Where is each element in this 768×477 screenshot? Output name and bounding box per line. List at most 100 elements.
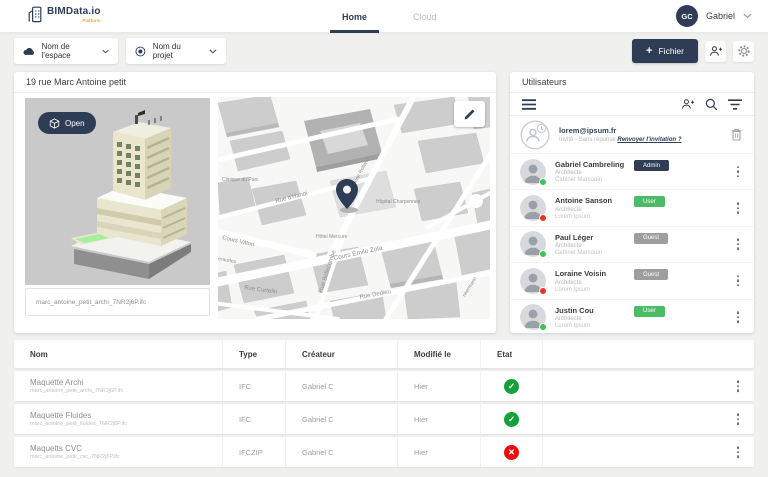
file-row[interactable]: Maquette Fluides marc_antoine_petit_flui…	[14, 404, 754, 434]
file-filename: marc_antoine_petit_cvc_7NR2j6P.ifc	[30, 454, 120, 461]
file-name: Maquette Fluides	[30, 410, 92, 420]
account-menu[interactable]: GC Gabriel	[675, 5, 752, 27]
building-logo-icon	[28, 6, 42, 23]
user-actions-menu[interactable]	[734, 236, 743, 254]
user-row[interactable]: Justin Cou Architecte Lorem Ipsum User	[510, 300, 754, 333]
file-state-icon	[504, 378, 519, 394]
edit-location-button[interactable]	[454, 101, 485, 127]
file-type: IFC	[222, 404, 285, 434]
user-role-badge: Guest	[634, 269, 669, 281]
project-selector-label: Nom du projet	[152, 42, 181, 60]
user-row[interactable]: Gabriel Cambreling Architecte Cabinet Ma…	[510, 154, 754, 191]
filter-actions: + Fichier	[632, 39, 754, 63]
user-name: Loraine Voisin	[555, 269, 607, 279]
user-avatar	[520, 231, 547, 259]
map-canvas: Clinique du Parc Cours Vitton Rue d'Hano…	[218, 97, 490, 319]
filter-users-button[interactable]	[728, 98, 742, 110]
user-role-badge: Admin	[634, 160, 670, 171]
column-header-createur: Créateur	[285, 340, 397, 368]
trash-icon	[731, 128, 742, 141]
files-table-header: Nom Type Créateur Modifié le Etat	[14, 340, 754, 368]
plus-icon: +	[646, 44, 653, 57]
brand-logo[interactable]: BIMData.io Platform	[28, 6, 101, 23]
space-selector[interactable]: Nom de l'espace	[14, 38, 118, 64]
users-card: Utilisateurs lorem@ipsum.fr Invité - San…	[510, 72, 754, 333]
tab-cloud[interactable]: Cloud	[409, 0, 441, 33]
user-row[interactable]: Antoine Sanson Architecte Lorem Ipsum Us…	[510, 190, 754, 227]
app-header: BIMData.io Platform Home Cloud GC Gabrie…	[0, 0, 768, 33]
user-avatar	[520, 267, 547, 295]
user-company: Cabinet Marsouin	[555, 250, 603, 257]
users-menu-button[interactable]	[522, 98, 536, 110]
file-type: IFCZIP	[222, 437, 285, 467]
account-avatar[interactable]: GC	[675, 5, 698, 27]
file-row[interactable]: Maquetts CVC marc_antoine_petit_cvc_7NR2…	[14, 437, 754, 467]
app-root: BIMData.io Platform Home Cloud GC Gabrie…	[0, 0, 768, 477]
file-creator: Gabriel C	[285, 404, 397, 434]
files-table-body: Maquette Archi marc_antoine_petit_archi_…	[14, 371, 754, 467]
user-role-badge: Guest	[634, 232, 669, 244]
user-role: Architecte	[555, 243, 582, 250]
file-filename: marc_antoine_petit_archi_7NR2j6P.ifc	[30, 388, 124, 395]
settings-button[interactable]	[733, 40, 754, 62]
file-actions-menu[interactable]	[734, 410, 743, 428]
map-label: Hôpital Charpennes	[376, 199, 421, 205]
user-role: Architecte	[555, 170, 582, 177]
filter-icon	[728, 98, 742, 110]
presence-dot	[539, 250, 547, 259]
presence-dot	[539, 323, 547, 332]
tab-home[interactable]: Home	[329, 0, 380, 33]
file-modified: Hier	[397, 371, 480, 401]
column-header-actions	[542, 340, 754, 368]
user-actions-menu[interactable]	[734, 309, 743, 327]
file-row[interactable]: Maquette Archi marc_antoine_petit_archi_…	[14, 371, 754, 401]
file-modified: Hier	[397, 437, 480, 467]
model-file-name: marc_antoine_petit_archi_7NR2j6P.ifc	[25, 288, 210, 316]
brand-tagline: Platform	[82, 18, 101, 23]
column-header-nom: Nom	[30, 349, 48, 359]
column-header-modifie: Modifié le	[397, 340, 480, 368]
pencil-icon	[464, 108, 475, 119]
model-viewer-preview[interactable]: Open	[25, 98, 210, 285]
space-selector-label: Nom de l'espace	[41, 42, 71, 60]
user-name: Antoine Sanson	[555, 196, 613, 206]
open-button-label: Open	[65, 118, 85, 128]
file-name: Maquette Archi	[30, 377, 84, 387]
file-actions-menu[interactable]	[734, 377, 743, 395]
user-avatar	[520, 304, 547, 332]
map-label: Hôtel Mercure	[316, 234, 348, 240]
user-avatar	[520, 158, 547, 186]
filter-bar: Nom de l'espace Nom du projet + Fichier	[0, 33, 768, 67]
user-actions-menu[interactable]	[734, 199, 743, 217]
file-filename: marc_antoine_petit_fluides_7NR2j6P.ifc	[30, 421, 128, 428]
delete-invite-button[interactable]	[729, 126, 744, 143]
target-icon	[135, 46, 146, 56]
chevron-down-icon	[102, 49, 109, 53]
project-selector[interactable]: Nom du projet	[126, 38, 226, 64]
file-modified: Hier	[397, 404, 480, 434]
gear-icon	[737, 45, 750, 57]
brand-name: BIMData.io	[47, 6, 101, 17]
users-list: Gabriel Cambreling Architecte Cabinet Ma…	[510, 154, 754, 333]
search-users-button[interactable]	[705, 98, 718, 111]
user-actions-menu[interactable]	[734, 272, 743, 290]
user-company: Lorem Ipsum	[555, 323, 591, 329]
location-map[interactable]: Clinique du Parc Cours Vitton Rue d'Hano…	[218, 97, 490, 319]
chevron-down-icon	[743, 13, 752, 19]
open-viewer-button[interactable]: Open	[38, 112, 96, 134]
pending-user-avatar-icon	[520, 119, 550, 150]
invite-user-button[interactable]	[705, 40, 726, 62]
user-row[interactable]: Paul Léger Architecte Cabinet Marsouin G…	[510, 227, 754, 264]
add-file-button[interactable]: + Fichier	[632, 39, 698, 63]
add-member-button[interactable]	[681, 98, 695, 110]
file-creator: Gabriel C	[285, 371, 397, 401]
file-actions-menu[interactable]	[734, 443, 743, 461]
file-name: Maquetts CVC	[30, 443, 83, 453]
resend-invite-link[interactable]: Renvoyer l'invitation ?	[617, 137, 681, 143]
user-row[interactable]: Loraine Voisin Architecte Lorem Ipsum Gu…	[510, 263, 754, 300]
hamburger-icon	[522, 98, 536, 110]
user-actions-menu[interactable]	[734, 163, 743, 181]
users-card-title: Utilisateurs	[510, 72, 754, 93]
pending-invite-row: lorem@ipsum.fr Invité - Sans réponse Ren…	[510, 116, 754, 154]
user-name: Justin Cou	[555, 305, 594, 315]
